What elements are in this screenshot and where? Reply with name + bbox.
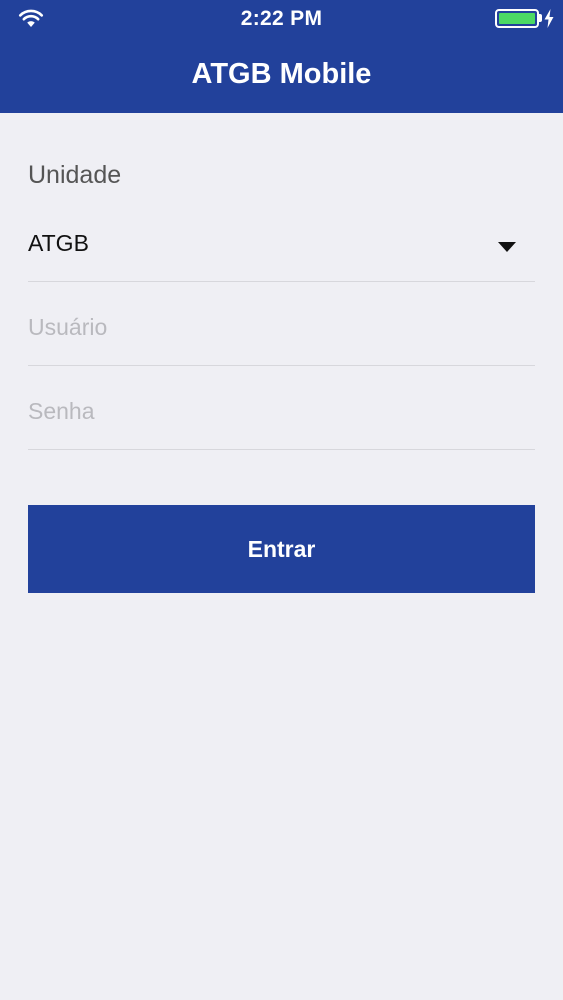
battery-nub: [539, 14, 542, 22]
status-bar: 2:22 PM: [0, 0, 563, 38]
status-time: 2:22 PM: [240, 7, 323, 30]
username-input[interactable]: [28, 310, 535, 344]
caret-down-icon: [498, 242, 516, 252]
unit-select[interactable]: ATGB: [28, 218, 535, 282]
bolt-icon: [544, 9, 554, 28]
password-field-wrapper: [28, 366, 535, 450]
password-input[interactable]: [28, 394, 535, 428]
page-title: ATGB Mobile: [191, 58, 372, 90]
unit-label: Unidade: [28, 161, 122, 189]
battery-level: [499, 13, 535, 24]
header: 2:22 PM ATGB Mobile: [0, 0, 563, 113]
username-field-wrapper: [28, 282, 535, 366]
unit-selected-value: ATGB: [28, 230, 89, 256]
battery-icon: [495, 9, 539, 28]
login-button[interactable]: Entrar: [28, 505, 535, 593]
